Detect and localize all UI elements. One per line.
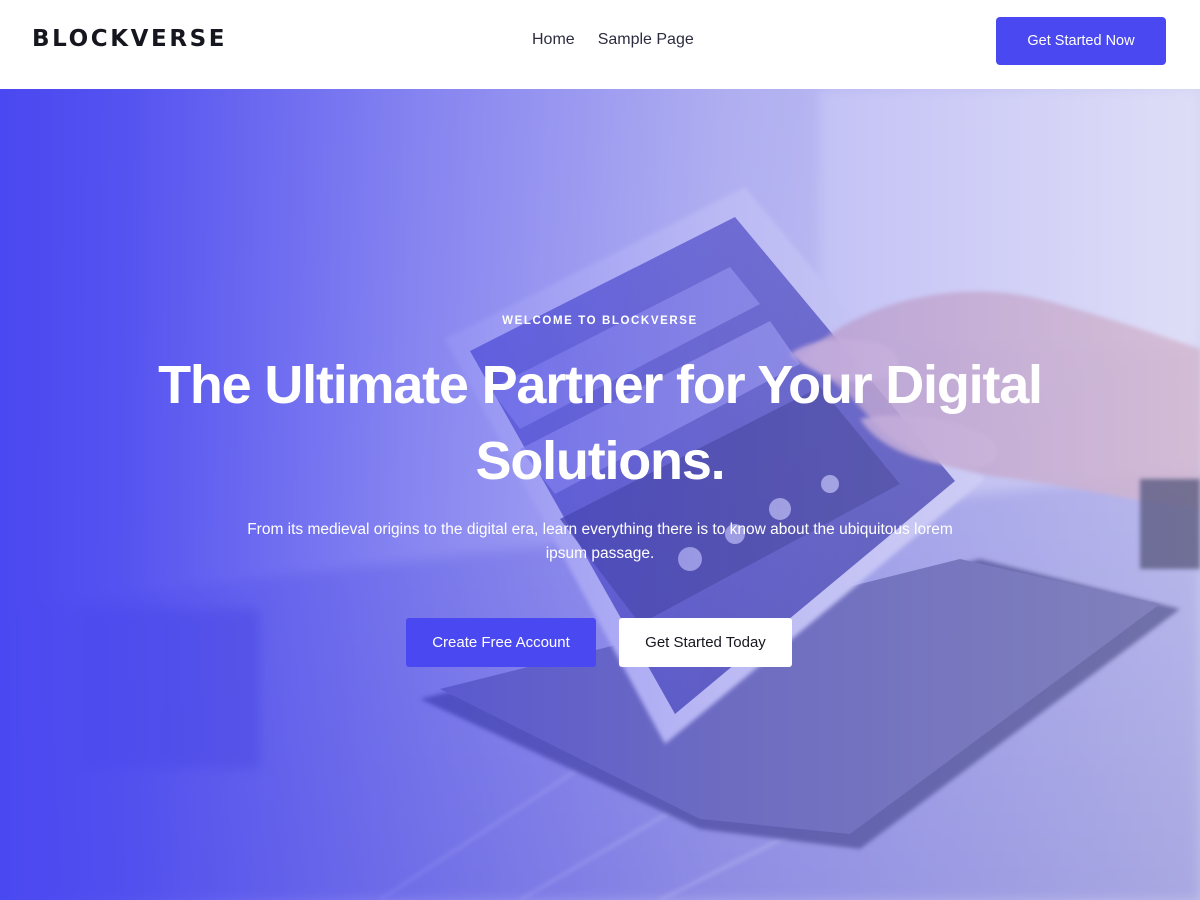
site-header: BLOCKVERSE Home Sample Page Get Started …: [0, 0, 1200, 89]
main-nav: Home Sample Page: [532, 31, 694, 49]
hero-subtext: From its medieval origins to the digital…: [247, 521, 953, 562]
hero-eyebrow: WELCOME TO BLOCKVERSE: [502, 315, 698, 327]
hero-headline: The Ultimate Partner for Your Digital So…: [158, 355, 1043, 491]
nav-item-sample-page[interactable]: Sample Page: [598, 31, 694, 49]
nav-item-home[interactable]: Home: [532, 31, 575, 49]
create-free-account-button[interactable]: Create Free Account: [406, 618, 596, 667]
get-started-today-button[interactable]: Get Started Today: [619, 618, 792, 667]
get-started-now-button[interactable]: Get Started Now: [996, 17, 1166, 65]
site-logo[interactable]: BLOCKVERSE: [32, 26, 227, 52]
hero-section: WELCOME TO BLOCKVERSE The Ultimate Partn…: [0, 89, 1200, 900]
